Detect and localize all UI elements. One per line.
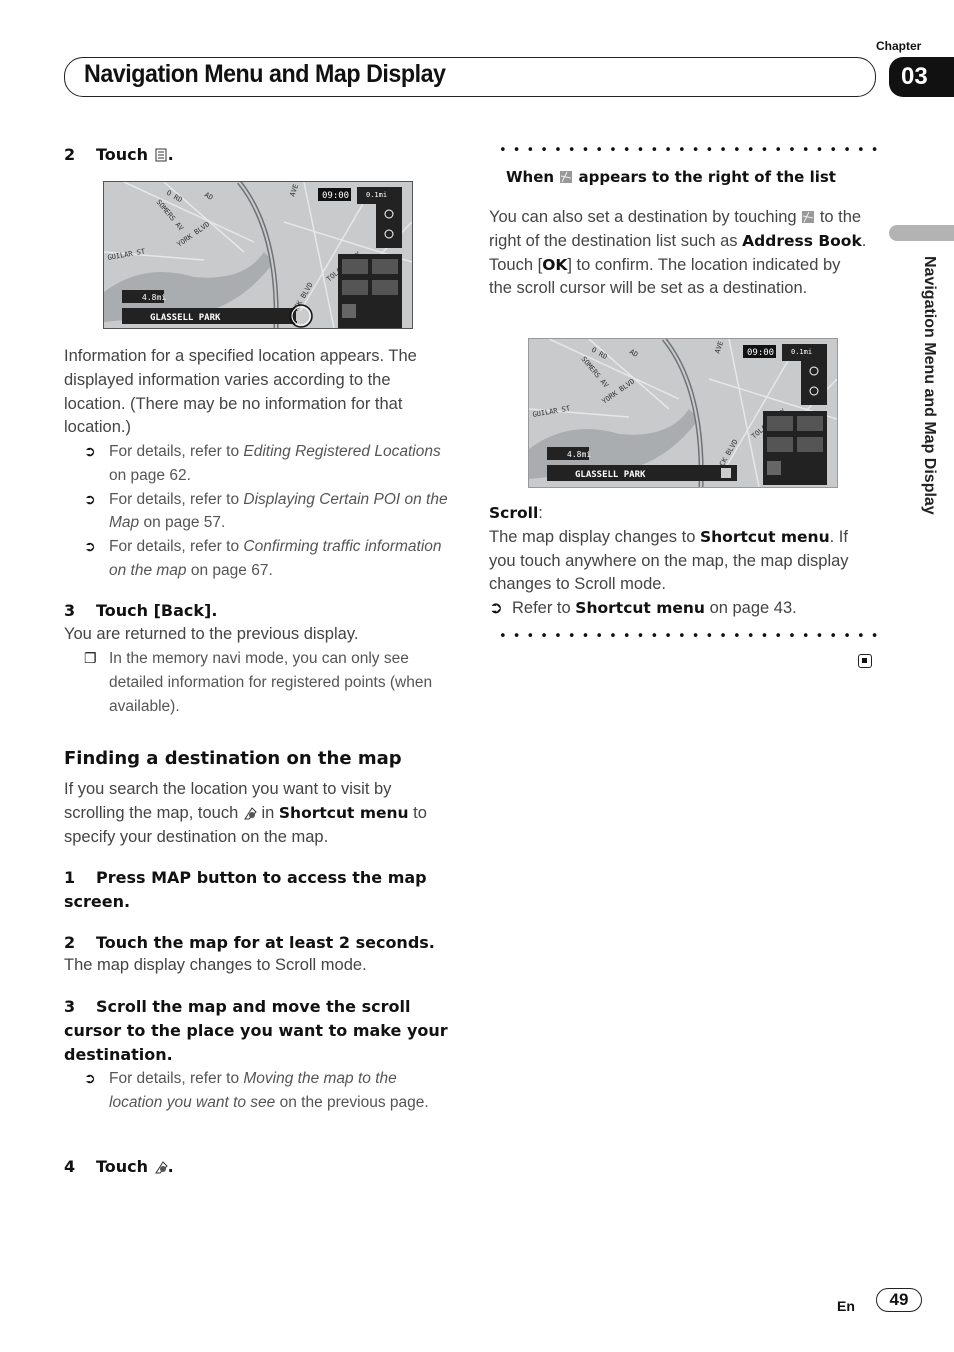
place-name: GLASSELL PARK	[150, 313, 221, 323]
clock-readout: 09:00	[322, 191, 349, 201]
chapter-number: 03	[889, 57, 954, 97]
side-tab-label: Navigation Menu and Map Display	[921, 256, 938, 515]
poi-icon	[372, 280, 398, 295]
view-toggle-icon	[342, 304, 356, 318]
reference-item: ➲ For details, refer to Displaying Certai…	[64, 488, 454, 536]
dotted-divider-top: ••••••••••••••••••••••••••••	[499, 143, 885, 158]
step-2-touch-list: 2 Touch .	[64, 143, 174, 167]
scroll-label: Scroll	[489, 504, 539, 522]
arrow-bullet-icon: ➲	[84, 538, 96, 555]
language-label: En	[837, 1298, 855, 1314]
destination-flag-icon	[154, 1161, 168, 1174]
reference-link[interactable]: Shortcut menu	[575, 599, 705, 617]
step-3-reference: ➲ For details, refer to Moving the map to…	[64, 1067, 454, 1115]
svg-text:4.8mi: 4.8mi	[567, 450, 591, 459]
scroll-reference: ➲ Refer to Shortcut menu on page 43.	[489, 599, 797, 618]
map-icon	[560, 171, 573, 183]
scroll-description: The map display changes to Shortcut menu…	[489, 527, 849, 594]
reference-list: ➲ For details, refer to Editing Registere…	[64, 440, 454, 583]
section-intro: If you search the location you want to v…	[64, 780, 427, 846]
dotted-divider-bottom: ••••••••••••••••••••••••••••	[499, 629, 885, 644]
arrow-bullet-icon: ➲	[84, 443, 96, 459]
svg-text:0.1mi: 0.1mi	[791, 348, 812, 356]
box-paragraph: You can also set a destination by touchi…	[489, 208, 867, 298]
reference-item: ➲ For details, refer to Confirming traffi…	[64, 535, 454, 583]
page-number: 49	[876, 1288, 922, 1312]
step-number: 2	[64, 145, 76, 164]
svg-text:09:00: 09:00	[747, 348, 774, 358]
map-screenshot-1: O RD AD SOMERS AV YORK BLVD GUILAR ST AV…	[103, 181, 413, 329]
destination-flag-icon	[243, 807, 257, 820]
scroll-section: Scroll: The map display changes to Short…	[489, 502, 867, 621]
step-2-description: The map display changes to Scroll mode.	[64, 956, 367, 974]
volume-icon	[342, 259, 368, 274]
destination-flag-icon	[342, 280, 368, 295]
box-heading: When appears to the right of the list	[506, 168, 836, 186]
map-icon	[802, 211, 815, 223]
step-4: 4 Touch .	[64, 1157, 174, 1176]
scroll-cursor-icon	[382, 304, 400, 324]
list-icon	[296, 311, 306, 321]
section-heading: Finding a destination on the map	[64, 748, 402, 769]
list-icon	[155, 148, 167, 162]
step-2: 2 Touch the map for at least 2 seconds.	[64, 933, 435, 952]
arrow-bullet-icon: ➲	[84, 490, 96, 507]
note: ❐ In the memory navi mode, you can only s…	[64, 647, 454, 718]
svg-text:GLASSELL PARK: GLASSELL PARK	[575, 470, 646, 480]
settings-icon	[372, 259, 398, 274]
info-paragraph: Information for a specified location app…	[64, 347, 417, 437]
step-3: 3 Scroll the map and move the scroll curs…	[64, 997, 448, 1064]
step-3-touch-back: 3 Touch [Back].	[64, 601, 218, 620]
step-1: 1 Press MAP button to access the map scre…	[64, 868, 427, 911]
note-checkbox-icon: ❐	[84, 650, 97, 666]
map-graphic: O RD AD SOMERS AV YORK BLVD GUILAR ST AV…	[529, 339, 837, 487]
distance-readout: 4.8mi	[142, 293, 166, 302]
arrow-bullet-icon: ➲	[84, 1070, 96, 1086]
step-3-description: You are returned to the previous display…	[64, 625, 359, 643]
map-screenshot-2: O RD AD SOMERS AV YORK BLVD GUILAR ST AV…	[528, 338, 838, 488]
scale-readout: 0.1mi	[366, 191, 387, 199]
end-of-section-icon	[858, 654, 872, 668]
step-text: Touch	[96, 145, 149, 164]
reference-item: ➲ For details, refer to Editing Registere…	[64, 440, 454, 488]
side-tab-marker	[889, 225, 954, 241]
chapter-label: Chapter	[876, 39, 922, 53]
arrow-bullet-icon: ➲	[489, 599, 503, 618]
map-graphic: O RD AD SOMERS AV YORK BLVD GUILAR ST AV…	[104, 182, 412, 328]
page-title: Navigation Menu and Map Display	[84, 60, 446, 88]
reference-link[interactable]: Editing Registered Locations	[243, 443, 440, 460]
